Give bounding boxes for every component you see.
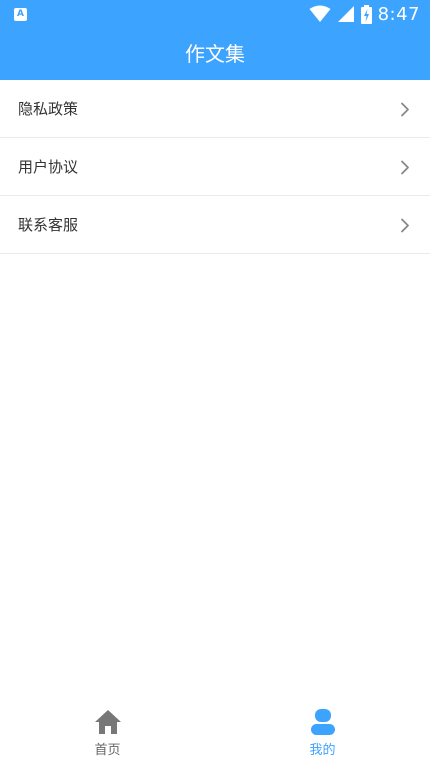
status-bar: A 8:47 (0, 0, 430, 28)
menu-item-label: 隐私政策 (18, 100, 79, 118)
tab-mine[interactable]: 我的 (215, 702, 430, 762)
settings-menu: 隐私政策 用户协议 联系客服 (0, 80, 430, 254)
app-header: 作文集 (0, 28, 430, 80)
tab-home[interactable]: 首页 (0, 702, 215, 762)
home-icon (94, 710, 121, 734)
menu-item-label: 联系客服 (18, 216, 79, 234)
status-time: 8:47 (377, 3, 420, 25)
bottom-tab-bar: 首页 我的 (0, 702, 430, 762)
battery-charging-icon (360, 4, 372, 24)
chevron-right-icon (401, 218, 409, 233)
wifi-icon (309, 5, 331, 22)
menu-item-user-agreement[interactable]: 用户协议 (0, 138, 430, 196)
cellular-signal-icon (337, 6, 354, 22)
app-notification-icon: A (14, 8, 27, 21)
page-title: 作文集 (185, 42, 245, 66)
user-icon (310, 709, 335, 735)
menu-item-privacy-policy[interactable]: 隐私政策 (0, 80, 430, 138)
menu-item-contact-support[interactable]: 联系客服 (0, 196, 430, 254)
tab-mine-label: 我的 (309, 743, 336, 758)
status-indicators: 8:47 (309, 2, 420, 26)
menu-item-label: 用户协议 (18, 158, 79, 176)
tab-home-label: 首页 (94, 743, 121, 758)
chevron-right-icon (401, 160, 409, 175)
chevron-right-icon (401, 102, 409, 117)
